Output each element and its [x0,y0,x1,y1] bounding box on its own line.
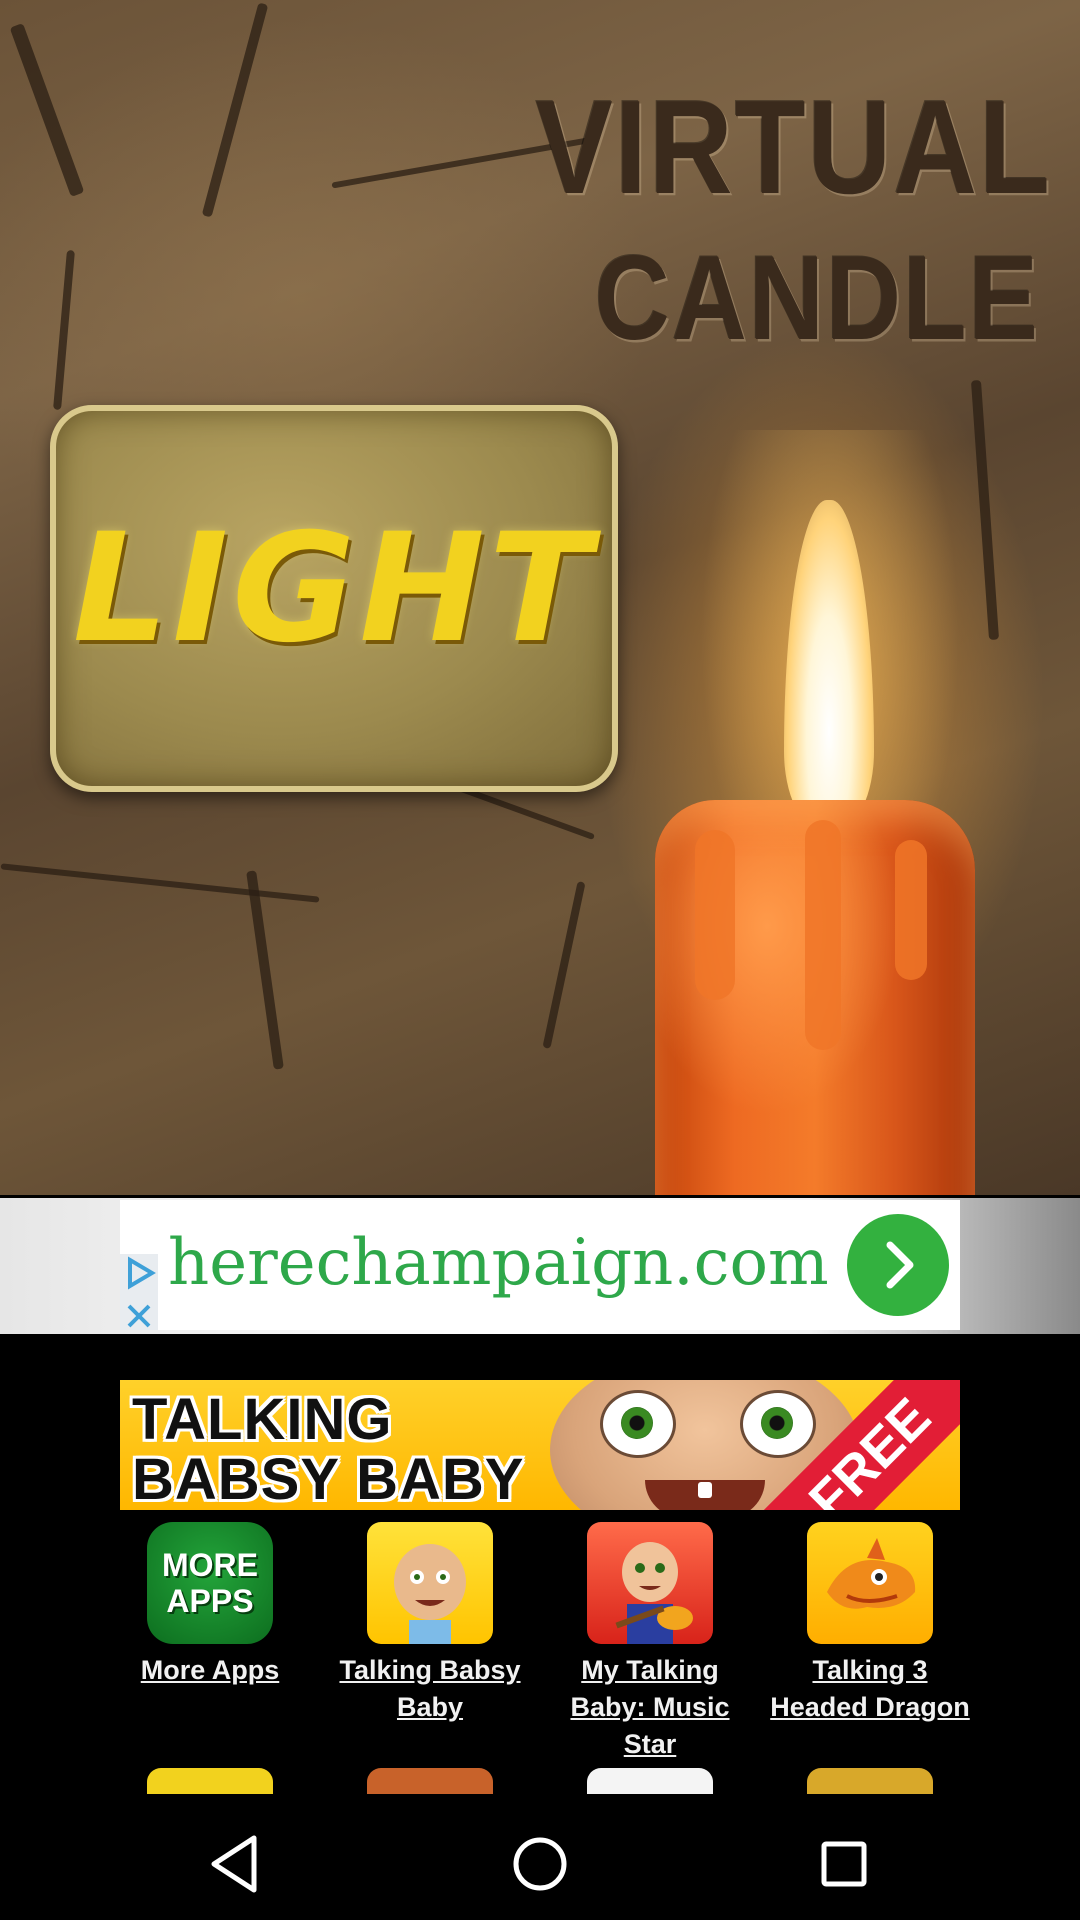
baby-guitar-icon [587,1522,713,1644]
app-tile-more-apps[interactable]: MORE APPS More Apps [110,1522,310,1689]
home-button[interactable] [500,1824,580,1904]
tooth [698,1482,712,1498]
promo-banner-talking-babsy-baby[interactable]: TALKING BABSY BABY FREE [120,1380,960,1510]
wall-crack [53,249,75,411]
more-apps-icon-text: MORE APPS [162,1547,258,1619]
eye-right [740,1390,816,1458]
back-button[interactable] [196,1824,276,1904]
app-label[interactable]: More Apps [110,1652,310,1689]
back-icon [211,1835,257,1893]
app-title-line2: CANDLE [594,232,1040,366]
eye-left [600,1390,676,1458]
app-icon-partial[interactable] [147,1768,273,1794]
wall-crack [970,379,1000,641]
ad-url-text[interactable]: herechampaign.com [168,1226,829,1300]
recents-icon [821,1841,867,1887]
wax-drip [805,820,841,1050]
more-apps-icon-text-line2: APPS [166,1583,254,1619]
light-button-label: LIGHT [72,501,596,676]
play-icon [128,1256,156,1290]
baby-musician-icon [615,1542,693,1644]
wall-crack [246,870,284,1070]
candle-image [655,800,975,1195]
light-button[interactable]: LIGHT [50,405,618,792]
recents-button[interactable] [804,1824,884,1904]
promo-title-line1: TALKING [132,1387,393,1452]
app-icon-partial[interactable] [367,1768,493,1794]
app-label[interactable]: Talking 3 Headed Dragon [770,1652,970,1726]
adchoices-badge[interactable] [120,1254,158,1330]
system-nav-bar [0,1794,1080,1920]
app-tile-talking-babsy-baby[interactable]: Talking Babsy Baby [330,1522,530,1726]
app-icon-partial[interactable] [587,1768,713,1794]
promo-title-line2: BABSY BABY [132,1447,525,1510]
close-icon[interactable] [120,1297,158,1335]
wall-crack [542,881,586,1049]
home-icon [513,1837,567,1891]
ad-open-button[interactable] [847,1214,949,1316]
app-title-line1: VIRTUAL [535,72,1052,222]
dragon-head-icon [827,1538,916,1609]
chevron-right-icon [886,1241,914,1289]
more-apps-icon-text-line1: MORE [162,1547,258,1583]
more-apps-icon: MORE APPS [147,1522,273,1644]
app-tile-my-talking-baby-music-star[interactable]: My Talking Baby: Music Star [550,1522,750,1763]
baby-icon [367,1522,493,1644]
wax-drip [895,840,927,980]
baby-face-icon [394,1544,466,1644]
wall-crack [9,23,85,197]
app-label[interactable]: Talking Babsy Baby [330,1652,530,1726]
dragon-icon [807,1522,933,1644]
app-label[interactable]: My Talking Baby: Music Star [550,1652,750,1763]
hero-background: VIRTUAL CANDLE LIGHT [0,0,1080,1195]
app-tile-talking-3-headed-dragon[interactable]: Talking 3 Headed Dragon [770,1522,970,1726]
wax-drip [695,830,735,1000]
wall-crack [0,863,320,903]
app-icon-partial[interactable] [807,1768,933,1794]
wall-crack [201,2,269,218]
